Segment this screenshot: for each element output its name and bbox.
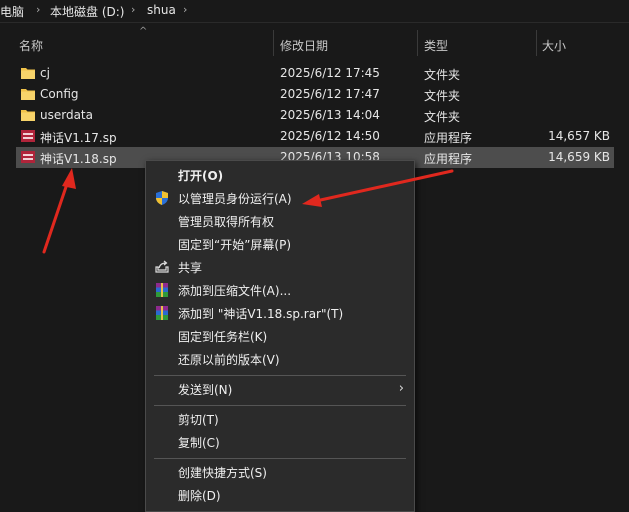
menu-item-label: 添加到压缩文件(A)... [178,284,292,298]
breadcrumb-item-drive[interactable]: 本地磁盘 (D:) [50,3,124,20]
file-size: 14,657 KB [548,129,610,143]
menu-item-restore-versions[interactable]: 还原以前的版本(V) [146,348,414,370]
menu-separator [154,405,406,406]
menu-item-label: 删除(D) [178,489,221,503]
file-type: 应用程序 [424,131,473,145]
file-name: Config [40,87,79,101]
file-type: 应用程序 [424,152,473,166]
column-divider[interactable] [417,30,418,56]
menu-item-take-ownership[interactable]: 管理员取得所有权 [146,210,414,232]
chevron-right-icon: › [398,381,404,396]
chevron-right-icon: › [183,3,188,16]
file-type: 文件夹 [424,110,461,124]
chevron-right-icon: › [36,3,41,16]
file-name: 神话V1.17.sp [40,131,117,145]
menu-item-label: 复制(C) [178,436,220,450]
menu-item-cut[interactable]: 剪切(T) [146,408,414,430]
menu-item-label: 剪切(T) [178,413,219,427]
menu-separator [154,375,406,376]
sort-up-icon: ^ [139,26,148,37]
menu-item-open[interactable]: 打开(O) [146,164,414,186]
column-divider[interactable] [536,30,537,56]
menu-item-send-to[interactable]: 发送到(N) › [146,378,414,400]
file-name: userdata [40,108,93,122]
file-size: 14,659 KB [548,150,610,164]
column-size[interactable]: 大小 [542,37,566,54]
menu-item-label: 还原以前的版本(V) [178,353,280,367]
folder-icon [21,110,35,121]
menu-item-add-archive[interactable]: 添加到压缩文件(A)... [146,279,414,301]
column-divider[interactable] [273,30,274,56]
breadcrumb-item-folder[interactable]: shua [147,3,176,17]
menu-item-add-to-rar[interactable]: 添加到 "神话V1.18.sp.rar"(T) [146,302,414,324]
folder-icon [21,89,35,100]
winrar-icon [156,306,168,320]
menu-item-label: 创建快捷方式(S) [178,466,267,480]
file-row[interactable]: cj 2025/6/12 17:45 文件夹 [16,63,614,84]
menu-item-label: 共享 [178,261,203,275]
annotation-arrow-file [42,176,71,254]
menu-item-label: 固定到“开始”屏幕(P) [178,238,292,252]
menu-item-run-as-admin[interactable]: 以管理员身份运行(A) [146,187,414,209]
annotation-arrowhead-file [62,168,76,189]
breadcrumb-item-pc[interactable]: 电脑 [0,3,24,20]
menu-item-label: 固定到任务栏(K) [178,330,268,344]
file-date: 2025/6/12 17:47 [280,87,380,101]
file-name: 神话V1.18.sp [40,152,117,166]
menu-item-label: 打开(O) [178,169,224,183]
column-header: 名称 ^ 修改日期 类型 大小 [0,26,629,56]
share-icon [155,260,169,273]
file-row[interactable]: 神话V1.17.sp 2025/6/12 14:50 应用程序 14,657 K… [16,126,614,147]
app-icon [21,130,35,142]
app-icon [21,151,35,163]
menu-item-label: 发送到(N) [178,383,233,397]
winrar-icon [156,283,168,297]
menu-item-create-shortcut[interactable]: 创建快捷方式(S) [146,461,414,483]
file-row[interactable]: Config 2025/6/12 17:47 文件夹 [16,84,614,105]
menu-item-delete[interactable]: 删除(D) [146,484,414,506]
uac-shield-icon [156,191,168,205]
breadcrumb: 电脑 › 本地磁盘 (D:) › shua › [0,0,629,23]
file-date: 2025/6/13 14:04 [280,108,380,122]
file-type: 文件夹 [424,68,461,82]
menu-separator [154,458,406,459]
menu-item-label: 管理员取得所有权 [178,215,275,229]
file-type: 文件夹 [424,89,461,103]
folder-icon [21,68,35,79]
context-menu: 打开(O) 以管理员身份运行(A) 管理员取得所有权 固定到“开始”屏幕(P) … [145,160,415,512]
menu-item-share[interactable]: 共享 [146,256,414,278]
column-name[interactable]: 名称 [19,37,43,54]
file-row[interactable]: userdata 2025/6/13 14:04 文件夹 [16,105,614,126]
chevron-right-icon: › [131,3,136,16]
menu-item-label: 以管理员身份运行(A) [178,192,292,206]
menu-item-label: 添加到 "神话V1.18.sp.rar"(T) [178,307,344,321]
file-name: cj [40,66,50,80]
column-date[interactable]: 修改日期 [280,37,328,54]
menu-item-pin-taskbar[interactable]: 固定到任务栏(K) [146,325,414,347]
column-type[interactable]: 类型 [424,37,448,54]
file-date: 2025/6/12 14:50 [280,129,380,143]
file-date: 2025/6/12 17:45 [280,66,380,80]
menu-item-pin-start[interactable]: 固定到“开始”屏幕(P) [146,233,414,255]
menu-item-copy[interactable]: 复制(C) [146,431,414,453]
